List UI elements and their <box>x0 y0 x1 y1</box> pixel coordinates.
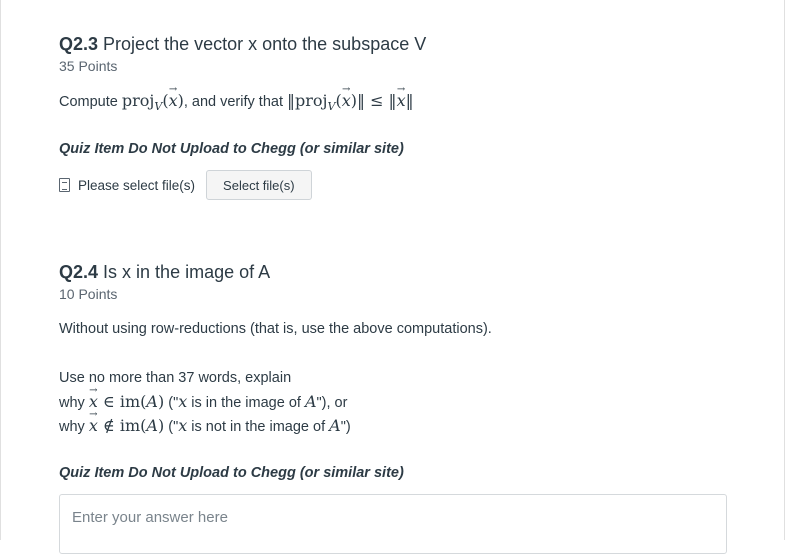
question-number: Q2.4 <box>59 262 99 282</box>
upload-notice: Quiz Item Do Not Upload to Chegg (or sim… <box>59 465 404 481</box>
instruction-line-2: why x ∈ im(A) ("x is in the image of A")… <box>59 379 348 415</box>
proj-text: proj <box>121 91 155 110</box>
why-text: why <box>59 419 85 435</box>
in-image-text: is in the image of <box>187 395 305 411</box>
proj-text: proj <box>295 91 328 110</box>
question-text: Project the vector x onto the subspace V <box>103 34 427 54</box>
file-label: Please select file(s) <box>78 177 196 193</box>
question-body: Without using row-reductions (that is, u… <box>59 321 492 337</box>
vector-x: x <box>169 78 178 113</box>
file-icon <box>59 178 70 192</box>
file-upload-row: Please select file(s) Select file(s) <box>59 170 312 200</box>
quote-open: (" <box>164 419 179 435</box>
vector-x: x <box>342 78 351 113</box>
math-inequality: ‖projV(x)‖ ≤ ‖x‖ <box>287 78 414 113</box>
quote-open: (" <box>164 395 179 411</box>
answer-input[interactable]: Enter your answer here <box>59 494 727 554</box>
quote-close: ") <box>340 419 351 435</box>
vector-x: x <box>89 403 98 438</box>
not-in-image-text: is not in the image of <box>187 419 330 435</box>
question-instruction: Compute projV(x), and verify that ‖projV… <box>59 78 414 119</box>
var-A: A <box>304 392 317 411</box>
math-proj-x: projV(x) <box>121 78 184 113</box>
select-files-button[interactable]: Select file(s) <box>206 170 312 200</box>
math-x-in-imA: x ∈ im(A) <box>89 379 164 411</box>
instruction-mid: , and verify that <box>183 94 283 110</box>
question-title-q2-4: Q2.4 Is x in the image of A <box>59 261 270 283</box>
var-x: x <box>178 416 188 435</box>
im-text: im <box>119 416 141 435</box>
quiz-card: Q2.3 Project the vector x onto the subsp… <box>0 0 785 554</box>
upload-notice: Quiz Item Do Not Upload to Chegg (or sim… <box>59 141 404 157</box>
question-points: 10 Points <box>59 286 118 302</box>
question-title-q2-3: Q2.3 Project the vector x onto the subsp… <box>59 33 426 55</box>
question-text: Is x in the image of A <box>103 262 271 282</box>
instruction-prefix: Compute <box>59 94 118 110</box>
vector-x: x <box>397 78 406 113</box>
math-x-notin-imA: x ∉ im(A) <box>89 403 164 438</box>
why-text: why <box>59 395 85 411</box>
matrix-A: A <box>146 392 158 411</box>
var-A: A <box>329 416 341 435</box>
im-text: im <box>119 392 141 411</box>
matrix-A: A <box>146 416 158 435</box>
question-points: 35 Points <box>59 58 118 74</box>
proj-sub: V <box>154 100 163 113</box>
proj-sub: V <box>327 100 336 113</box>
quote-close: "), or <box>316 395 348 411</box>
instruction-line-3: why x ∉ im(A) ("x is not in the image of… <box>59 403 351 439</box>
var-x: x <box>178 392 188 411</box>
question-number: Q2.3 <box>59 34 99 54</box>
